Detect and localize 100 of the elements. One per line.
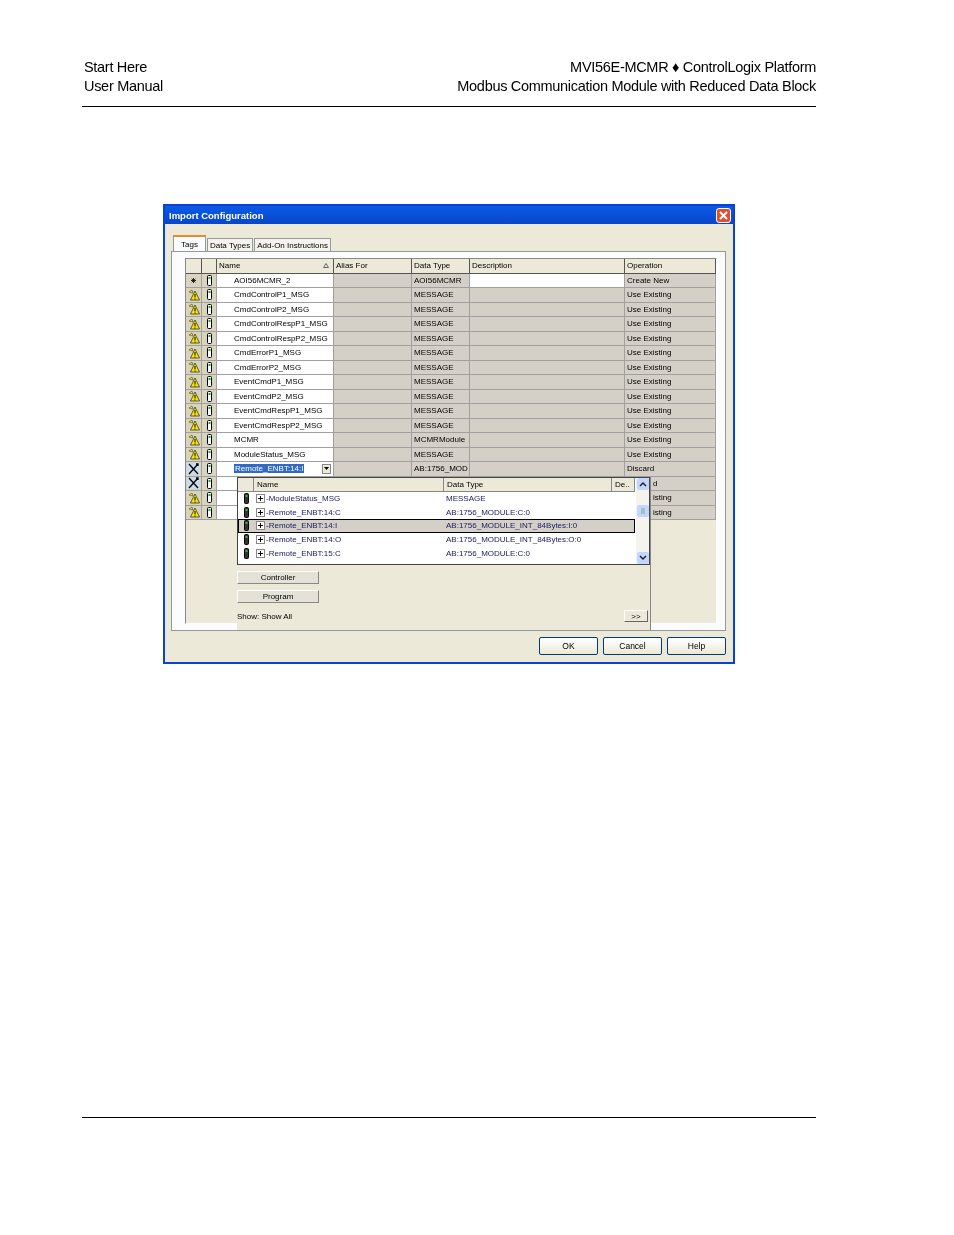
close-icon (719, 210, 728, 220)
table-cell: MCMR (234, 435, 259, 445)
tag-icon (206, 463, 212, 475)
column-header (238, 478, 254, 492)
expand-icon[interactable] (256, 535, 265, 545)
column-header[interactable]: Data Type (412, 259, 470, 274)
warning-icon (187, 448, 200, 461)
tag-list-item[interactable]: -Remote_ENBT:14:I AB:1756_MODULE_INT_84Bytes:I:0 (238, 519, 635, 533)
tag-name: -ModuleStatus_MSG (266, 494, 341, 504)
warning-icon (187, 390, 200, 403)
name-field[interactable]: Remote_ENBT:14:I (234, 464, 305, 474)
caret-icon (324, 467, 329, 471)
warning-icon (187, 404, 200, 417)
table-cell: MESSAGE (412, 317, 470, 332)
dialog-button[interactable]: Cancel (603, 637, 662, 655)
scroll-down-icon[interactable] (636, 552, 649, 564)
warning-icon (187, 303, 200, 316)
table-cell: ModuleStatus_MSG (234, 449, 306, 459)
column-header[interactable]: Operation (625, 259, 716, 274)
dialog-button[interactable]: Help (667, 637, 726, 655)
table-cell: AOI56MCMR_2 (234, 275, 291, 285)
tag-icon (206, 448, 212, 460)
scrollbar[interactable] (636, 478, 649, 564)
window-title: Import Configuration (169, 209, 264, 221)
table-cell: Use Existing (625, 346, 716, 361)
column-header[interactable]: Name (254, 478, 444, 492)
scroll-thumb[interactable] (636, 505, 649, 517)
tag-icon (206, 376, 212, 388)
tag-data-type: AB:1756_MODULE_INT_84Bytes:I:0 (446, 521, 578, 531)
table-cell: MESSAGE (412, 288, 470, 303)
filter-label: Show: Show All (237, 611, 293, 621)
dialog-button[interactable]: OK (539, 637, 598, 655)
column-header[interactable]: De.. (612, 478, 635, 492)
table-cell: EventCmdP2_MSG (234, 391, 304, 401)
tag-icon (206, 492, 212, 504)
warning-icon (187, 361, 200, 374)
tab[interactable]: Add-On Instructions (254, 238, 331, 251)
header-text: MVI56E-MCMR ♦ ControlLogix Platform (569, 58, 816, 77)
warning-icon (187, 317, 200, 330)
table-cell: MCMRModule (412, 433, 470, 448)
table-cell: Discard (625, 462, 716, 477)
expand-icon[interactable] (256, 507, 265, 517)
row-header[interactable] (186, 462, 202, 477)
header-text: Start Here (84, 58, 149, 77)
warning-icon (187, 491, 200, 504)
tag-name: -Remote_ENBT:15:C (266, 548, 341, 558)
table-cell: MESSAGE (412, 375, 470, 390)
tab[interactable]: Data Types (206, 238, 254, 251)
table-cell: Use Existing (625, 288, 716, 303)
header-text: Modbus Communication Module with Reduced Data Block (457, 77, 816, 96)
tag-list-item[interactable]: -Remote_ENBT:15:C AB:1756_MODULE:C:0 (238, 546, 635, 561)
scroll-up-icon[interactable] (636, 478, 649, 490)
column-header[interactable]: Name (217, 259, 334, 274)
tag-icon (206, 434, 212, 446)
column-header[interactable]: Data Type (444, 478, 612, 492)
header-text: User Manual (84, 77, 163, 96)
close-button[interactable] (716, 207, 731, 223)
tag-icon (206, 506, 212, 518)
tag-data-type: AB:1756_MODULE:C:0 (446, 507, 531, 517)
warning-icon (187, 506, 200, 519)
tab[interactable]: Tags (173, 235, 206, 251)
new-row-icon (191, 277, 196, 283)
tag-icon (206, 347, 212, 359)
table-cell: MESSAGE (412, 346, 470, 361)
tag-icon (206, 477, 212, 489)
expand-icon[interactable] (256, 548, 265, 558)
table-cell: CmdControlP2_MSG (234, 304, 310, 314)
warning-icon (187, 346, 200, 359)
warning-icon (187, 375, 200, 388)
table-cell: CmdErrorP1_MSG (234, 348, 302, 358)
scope-button[interactable]: Program (237, 590, 319, 603)
table-cell: Use Existing (625, 433, 716, 448)
column-header[interactable]: Description (470, 259, 625, 274)
warning-icon (187, 288, 200, 301)
discard-icon (187, 477, 200, 490)
more-button[interactable]: >> (624, 610, 648, 622)
dropdown-button[interactable] (322, 463, 331, 474)
table-cell: CmdErrorP2_MSG (234, 362, 302, 372)
tag-icon (206, 419, 212, 431)
expand-icon[interactable] (256, 521, 265, 531)
tag-icon (206, 361, 212, 373)
tag-name: -Remote_ENBT:14:O (266, 535, 342, 545)
tag-name: -Remote_ENBT:14:I (266, 521, 338, 531)
table-cell: Use Existing (625, 404, 716, 419)
tag-name: -Remote_ENBT:14:C (266, 507, 341, 517)
table-cell: Use Existing (625, 375, 716, 390)
tag-icon (206, 274, 212, 286)
warning-icon (187, 419, 200, 432)
table-cell: EventCmdRespP2_MSG (234, 420, 323, 430)
tag-data-type: AB:1756_MODULE_INT_84Bytes:O:0 (446, 535, 582, 545)
scope-button[interactable]: Controller (237, 571, 319, 584)
table-cell: CmdControlRespP1_MSG (234, 319, 328, 329)
warning-icon (187, 332, 200, 345)
column-header[interactable]: Alias For (334, 259, 412, 274)
table-cell: EventCmdRespP1_MSG (234, 406, 323, 416)
table-cell: Use Existing (625, 317, 716, 332)
tag-list-item[interactable]: -Remote_ENBT:14:O AB:1756_MODULE_INT_84Bytes:O:0 (238, 532, 635, 547)
table-cell: MESSAGE (412, 404, 470, 419)
table-cell: CmdControlP1_MSG (234, 290, 310, 300)
expand-icon[interactable] (256, 494, 265, 504)
